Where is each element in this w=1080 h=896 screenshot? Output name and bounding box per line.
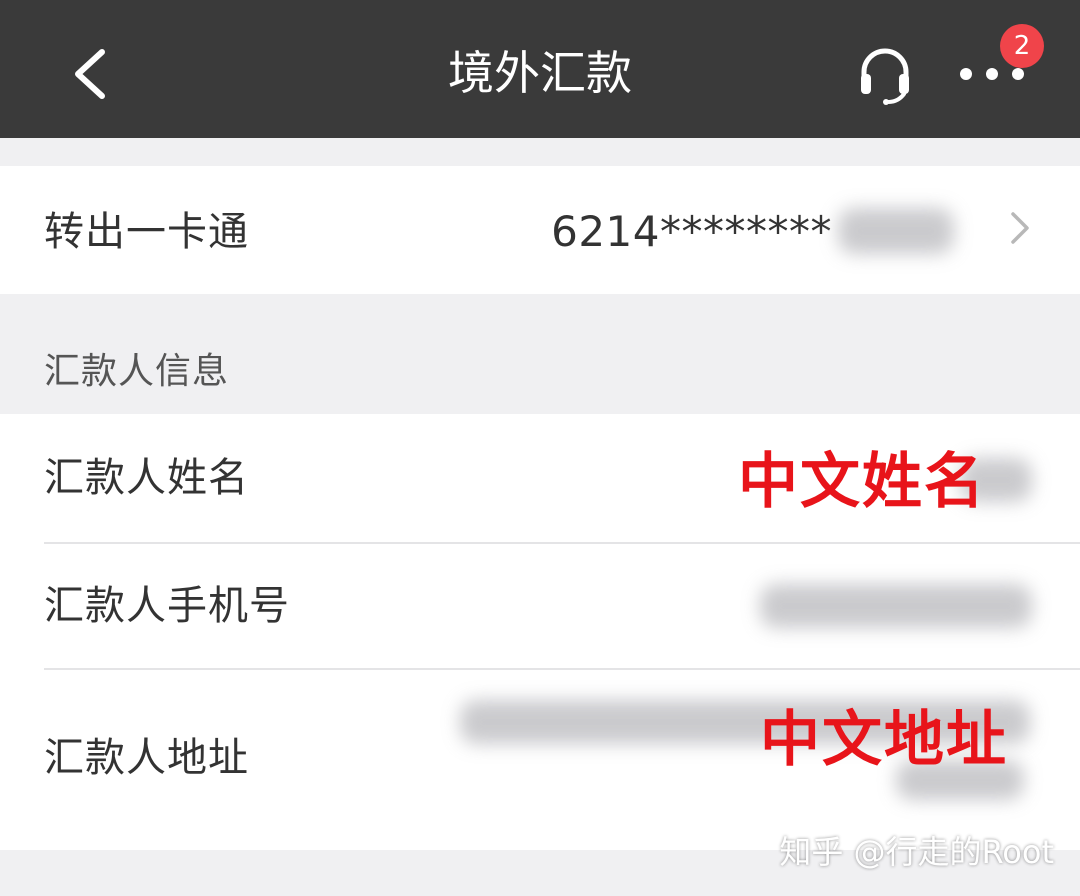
- customer-service-button[interactable]: [852, 44, 918, 106]
- remitter-phone-label: 汇款人手机号: [44, 583, 290, 629]
- remitter-phone-blurred: [760, 584, 1032, 628]
- annotation-chinese-name: 中文姓名: [738, 447, 986, 517]
- chevron-right-icon: [1011, 212, 1029, 244]
- watermark: 知乎 @行走的Root: [779, 833, 1054, 871]
- back-button[interactable]: [62, 36, 122, 112]
- headset-icon: [861, 48, 909, 105]
- card-number: 6214********: [551, 207, 832, 256]
- page-title: 境外汇款: [448, 46, 632, 100]
- remitter-address-label: 汇款人地址: [44, 735, 249, 781]
- remitter-name-label: 汇款人姓名: [44, 455, 249, 501]
- annotation-chinese-address: 中文地址: [760, 705, 1008, 775]
- notification-badge: 2: [1000, 24, 1044, 68]
- section-header-remitter: 汇款人信息: [44, 351, 230, 392]
- chevron-left-icon: [75, 49, 105, 99]
- card-label: 转出一卡通: [44, 209, 249, 255]
- card-number-blurred: [838, 208, 954, 254]
- nav-bar: 境外汇款 2: [0, 0, 1080, 138]
